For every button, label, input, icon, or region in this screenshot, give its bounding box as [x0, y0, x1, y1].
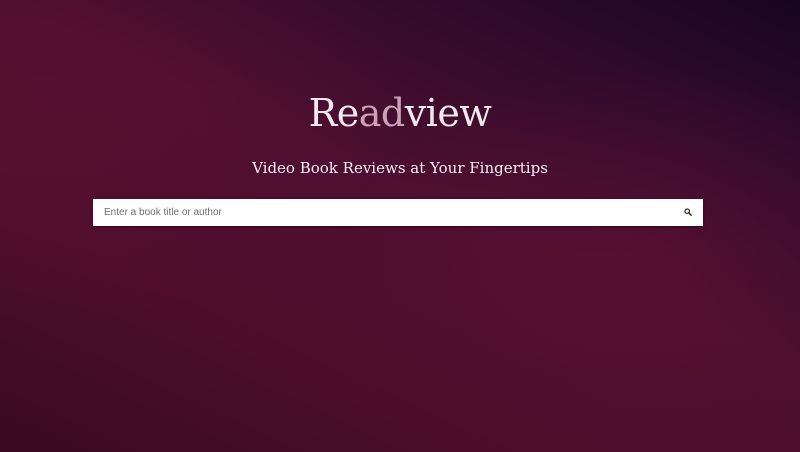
tagline: Video Book Reviews at Your Fingertips [252, 159, 548, 177]
search-input[interactable] [93, 199, 673, 226]
logo-part-start: Re [308, 91, 360, 135]
site-logo[interactable]: Readview [0, 88, 800, 138]
search-icon [684, 208, 692, 216]
search-button[interactable] [675, 199, 703, 226]
logo-part-end: view [404, 91, 492, 135]
logo-part-accent: ad [358, 91, 405, 135]
hero-section: Readview Video Book Reviews at Your Fing… [0, 0, 800, 452]
search-form [93, 199, 703, 226]
